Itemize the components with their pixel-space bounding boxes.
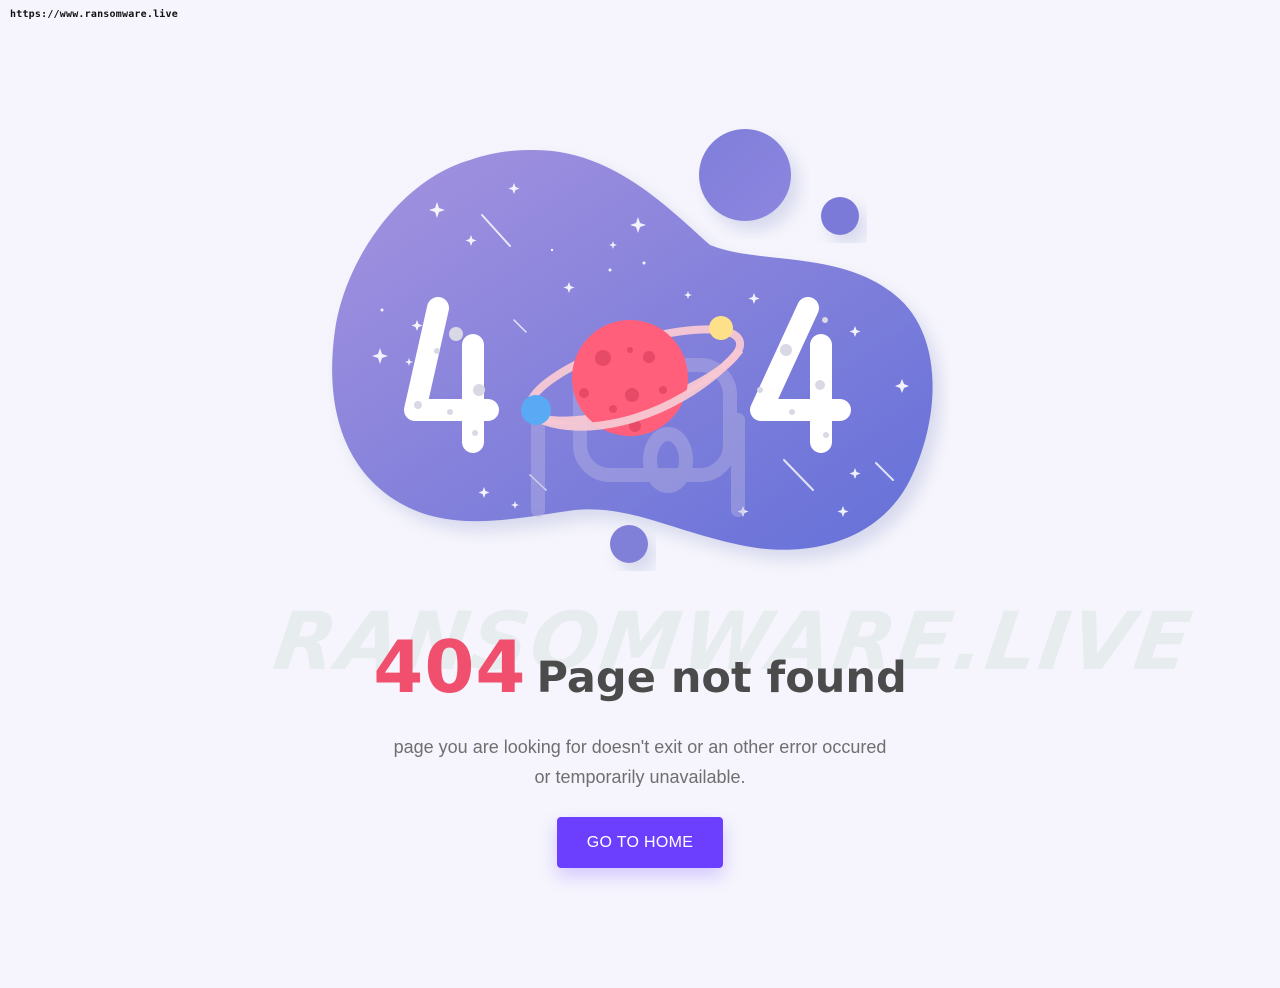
go-to-home-button[interactable]: GO TO HOME: [557, 817, 723, 868]
page-url: https://www.ransomware.live: [10, 9, 178, 20]
error-code: 404: [373, 625, 527, 709]
bubble-small: [821, 197, 859, 235]
bubble-large: [699, 129, 791, 221]
error-message: page you are looking for doesn't exit or…: [340, 732, 940, 792]
error-heading: 404 Page not found: [0, 625, 1280, 709]
error-title: Page not found: [536, 653, 907, 703]
bubble-bottom: [610, 525, 648, 563]
error-message-line-1: page you are looking for doesn't exit or…: [393, 737, 887, 757]
404-illustration: [332, 129, 933, 563]
error-message-line-2: or temporarily unavailable.: [534, 767, 746, 787]
